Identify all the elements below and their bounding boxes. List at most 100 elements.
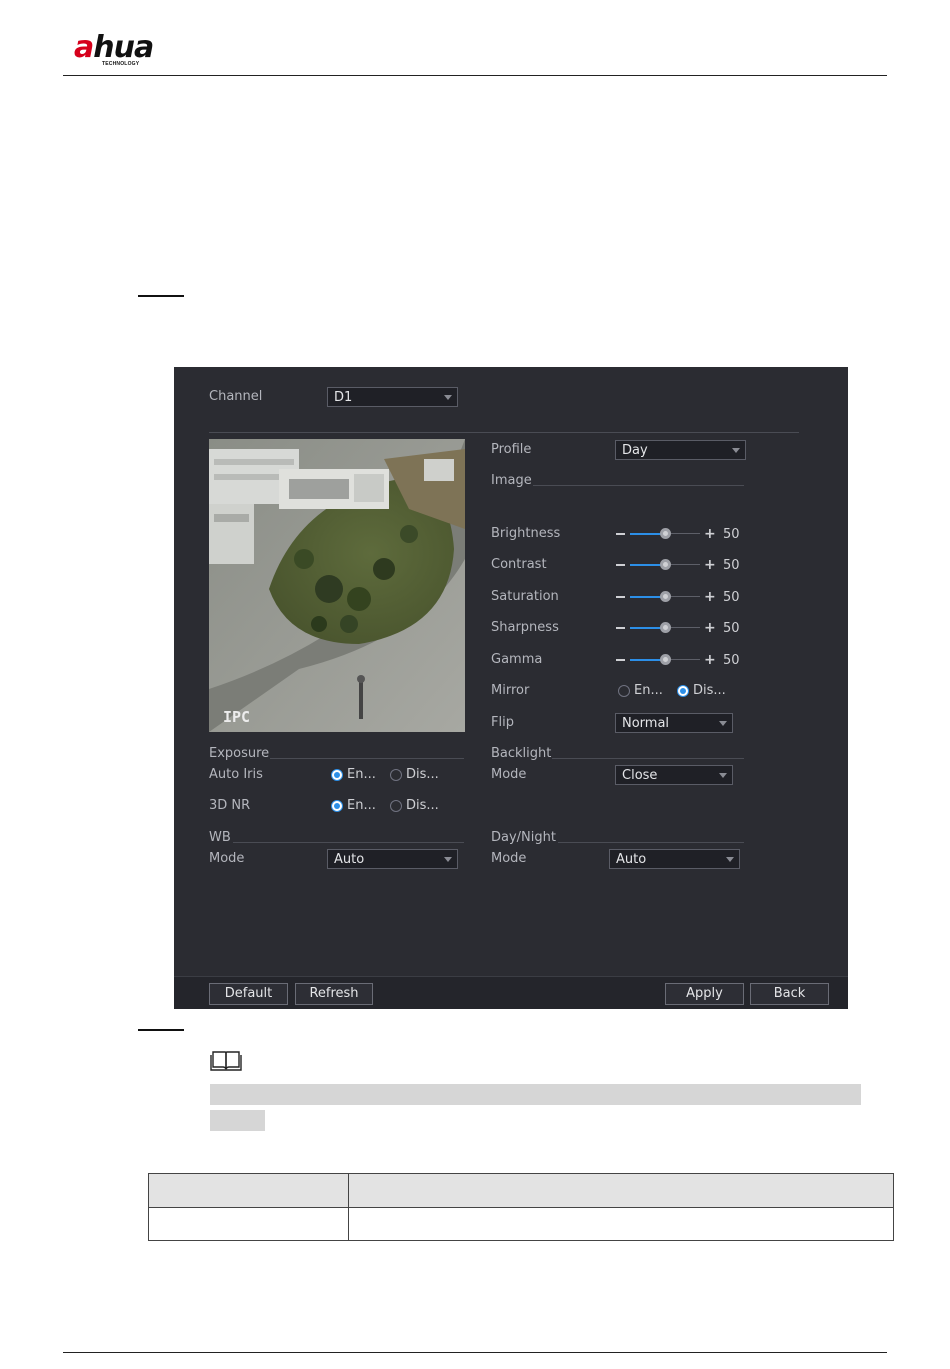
- exposure-section-title: Exposure: [209, 746, 270, 761]
- channel-value: D1: [334, 390, 353, 405]
- channel-dropdown[interactable]: D1: [327, 387, 458, 407]
- redacted-note-line: [210, 1110, 265, 1131]
- channel-label: Channel: [209, 389, 263, 404]
- backlight-mode-value: Close: [622, 768, 658, 783]
- slider-handle[interactable]: [660, 528, 671, 539]
- profile-dropdown[interactable]: Day: [615, 440, 746, 460]
- chevron-down-icon: [719, 721, 727, 726]
- divider: [533, 485, 744, 486]
- back-button[interactable]: Back: [750, 983, 829, 1005]
- slider-handle[interactable]: [660, 654, 671, 665]
- radio-selected-icon: [331, 800, 343, 812]
- camera-preview: IPC: [209, 439, 465, 732]
- backlight-mode-dropdown[interactable]: Close: [615, 765, 733, 785]
- gamma-label: Gamma: [491, 652, 543, 667]
- wb-mode-value: Auto: [334, 852, 365, 867]
- flip-dropdown[interactable]: Normal: [615, 713, 733, 733]
- note-book-icon: [210, 1051, 242, 1071]
- wb-mode-dropdown[interactable]: Auto: [327, 849, 458, 869]
- footer-bar: Default Refresh Apply Back: [174, 976, 848, 1009]
- slider-handle[interactable]: [660, 622, 671, 633]
- divider: [233, 842, 464, 843]
- slider-handle[interactable]: [660, 559, 671, 570]
- contrast-slider[interactable]: + 50: [616, 557, 746, 573]
- profile-label: Profile: [491, 442, 532, 457]
- chevron-down-icon: [444, 395, 452, 400]
- redacted-note-line: [210, 1084, 861, 1105]
- plus-icon[interactable]: +: [704, 589, 716, 605]
- table-row: [148, 1207, 894, 1241]
- image-settings-panel: Channel D1 IPC Profile Day Image Brightn…: [174, 367, 848, 1009]
- step-marker: [138, 295, 184, 297]
- header-rule: [63, 75, 887, 76]
- minus-icon[interactable]: [616, 564, 625, 566]
- brightness-label: Brightness: [491, 526, 561, 541]
- day-night-section-title: Day/Night: [491, 830, 556, 845]
- profile-value: Day: [622, 443, 648, 458]
- brightness-slider[interactable]: + 50: [616, 526, 746, 542]
- radio-icon: [390, 769, 402, 781]
- radio-label: En...: [634, 683, 663, 698]
- sharpness-value: 50: [723, 621, 740, 636]
- radio-label: Dis...: [406, 767, 439, 782]
- divider: [558, 842, 744, 843]
- table-cell: [348, 1207, 894, 1241]
- chevron-down-icon: [726, 857, 734, 862]
- day-night-mode-label: Mode: [491, 851, 527, 866]
- image-section-title: Image: [491, 473, 532, 488]
- dahua-logo: ahua TECHNOLOGY: [74, 30, 184, 70]
- preview-overlay-text: IPC: [223, 708, 251, 726]
- gamma-slider[interactable]: + 50: [616, 652, 746, 668]
- flip-label: Flip: [491, 715, 514, 730]
- saturation-value: 50: [723, 590, 740, 605]
- radio-label: En...: [347, 767, 376, 782]
- slider-handle[interactable]: [660, 591, 671, 602]
- minus-icon[interactable]: [616, 533, 625, 535]
- wb-section-title: WB: [209, 830, 231, 845]
- backlight-mode-label: Mode: [491, 767, 527, 782]
- contrast-value: 50: [723, 558, 740, 573]
- auto-iris-label: Auto Iris: [209, 767, 263, 782]
- brightness-value: 50: [723, 527, 740, 542]
- sharpness-slider[interactable]: + 50: [616, 620, 746, 636]
- radio-selected-icon: [331, 769, 343, 781]
- radio-label: Dis...: [406, 798, 439, 813]
- table-cell: [148, 1207, 349, 1241]
- mirror-label: Mirror: [491, 683, 530, 698]
- minus-icon[interactable]: [616, 659, 625, 661]
- refresh-button[interactable]: Refresh: [295, 983, 373, 1005]
- radio-label: Dis...: [693, 683, 726, 698]
- logo-wordmark: ahua: [74, 30, 154, 65]
- 3dnr-label: 3D NR: [209, 798, 251, 813]
- radio-icon: [618, 685, 630, 697]
- radio-selected-icon: [677, 685, 689, 697]
- step-marker: [138, 1029, 184, 1031]
- plus-icon[interactable]: +: [704, 557, 716, 573]
- divider: [209, 432, 799, 433]
- wb-mode-label: Mode: [209, 851, 245, 866]
- apply-button[interactable]: Apply: [665, 983, 744, 1005]
- saturation-label: Saturation: [491, 589, 559, 604]
- chevron-down-icon: [732, 448, 740, 453]
- plus-icon[interactable]: +: [704, 652, 716, 668]
- minus-icon[interactable]: [616, 596, 625, 598]
- day-night-mode-dropdown[interactable]: Auto: [609, 849, 740, 869]
- default-button[interactable]: Default: [209, 983, 288, 1005]
- saturation-slider[interactable]: + 50: [616, 589, 746, 605]
- chevron-down-icon: [444, 857, 452, 862]
- footer-rule: [63, 1352, 887, 1353]
- parameter-table: [148, 1173, 894, 1241]
- backlight-section-title: Backlight: [491, 746, 552, 761]
- table-header-cell: [148, 1173, 349, 1208]
- radio-icon: [390, 800, 402, 812]
- day-night-mode-value: Auto: [616, 852, 647, 867]
- plus-icon[interactable]: +: [704, 620, 716, 636]
- plus-icon[interactable]: +: [704, 526, 716, 542]
- minus-icon[interactable]: [616, 627, 625, 629]
- sharpness-label: Sharpness: [491, 620, 559, 635]
- preview-image: [209, 439, 465, 732]
- gamma-value: 50: [723, 653, 740, 668]
- flip-value: Normal: [622, 716, 670, 731]
- table-header-row: [148, 1173, 894, 1208]
- divider: [552, 758, 744, 759]
